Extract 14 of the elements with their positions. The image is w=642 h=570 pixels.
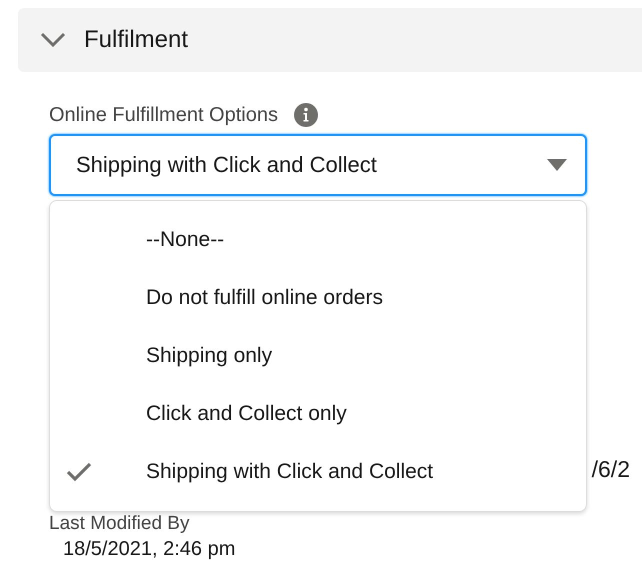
dropdown-option[interactable]: Do not fulfill online orders xyxy=(50,269,586,327)
dropdown-option[interactable]: Click and Collect only xyxy=(50,385,586,443)
field-value: 18/5/2021, 2:46 pm xyxy=(63,538,236,561)
dropdown-option[interactable]: --None-- xyxy=(50,211,586,269)
section-header[interactable]: Fulfilment xyxy=(18,8,642,72)
dropdown-option[interactable]: Shipping with Click and Collect xyxy=(50,443,586,501)
field-label: Online Fulfillment Options xyxy=(49,104,278,126)
info-icon[interactable] xyxy=(294,103,318,127)
chevron-icon xyxy=(40,32,66,48)
options-combobox[interactable]: Shipping with Click and Collect xyxy=(49,134,587,196)
field-label: Last Modified By xyxy=(49,513,190,535)
field-value: /6/2 xyxy=(592,456,631,483)
dropdown-option[interactable]: Shipping only xyxy=(50,327,586,385)
caret-icon xyxy=(547,159,567,171)
